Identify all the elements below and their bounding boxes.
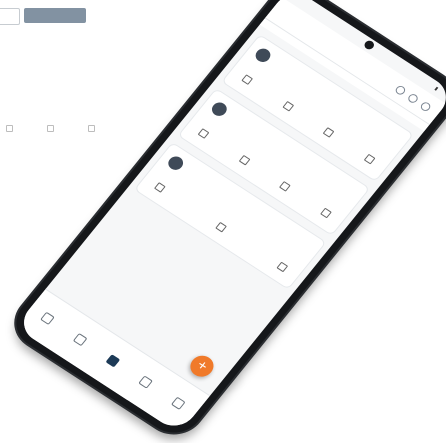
action-icon	[279, 181, 292, 192]
nav-item[interactable]	[71, 332, 88, 348]
nav-item[interactable]	[38, 311, 55, 327]
tab-icon	[47, 125, 54, 132]
card-action[interactable]	[318, 207, 332, 221]
add-fab-button[interactable]: +	[185, 351, 219, 381]
tab-icon	[88, 125, 95, 132]
action-icon	[197, 128, 210, 139]
action-icon	[282, 100, 294, 112]
card-action[interactable]	[321, 127, 335, 140]
card-action[interactable]	[275, 261, 289, 275]
avatar	[209, 99, 230, 119]
card-action[interactable]	[196, 128, 210, 141]
tab-icon	[6, 125, 13, 132]
card-action[interactable]	[237, 154, 251, 168]
action-icon	[363, 153, 376, 165]
action-icon	[153, 182, 166, 193]
nav-icon	[40, 311, 55, 325]
background-tab[interactable]	[47, 125, 54, 135]
background-tab[interactable]	[6, 125, 13, 135]
nav-icon	[105, 353, 121, 368]
action-icon	[215, 221, 227, 233]
nav-icon	[138, 375, 154, 389]
card-action[interactable]	[280, 100, 294, 114]
background-outline-button[interactable]	[0, 8, 20, 25]
card-action[interactable]	[152, 182, 166, 195]
action-icon	[241, 74, 254, 85]
action-icon	[320, 207, 332, 219]
battery-icon: ▮	[433, 85, 440, 93]
more-icon[interactable]	[419, 100, 433, 113]
action-icon	[276, 261, 289, 273]
background-action-tabs	[6, 125, 95, 135]
card-action[interactable]	[239, 74, 254, 87]
avatar	[165, 153, 186, 173]
nav-item-active[interactable]	[104, 353, 121, 370]
card-action[interactable]	[213, 221, 227, 235]
nav-item[interactable]	[137, 375, 154, 391]
nav-icon	[171, 396, 187, 410]
nav-icon	[72, 332, 88, 346]
card-action[interactable]	[362, 153, 376, 167]
search-icon[interactable]	[394, 83, 408, 96]
background-tab[interactable]	[88, 125, 95, 135]
avatar	[252, 46, 274, 65]
card-action[interactable]	[277, 181, 292, 194]
action-icon	[322, 127, 335, 138]
background-primary-button[interactable]	[24, 8, 86, 23]
nav-item[interactable]	[170, 396, 187, 412]
filter-icon[interactable]	[406, 92, 420, 105]
action-icon	[238, 154, 251, 166]
